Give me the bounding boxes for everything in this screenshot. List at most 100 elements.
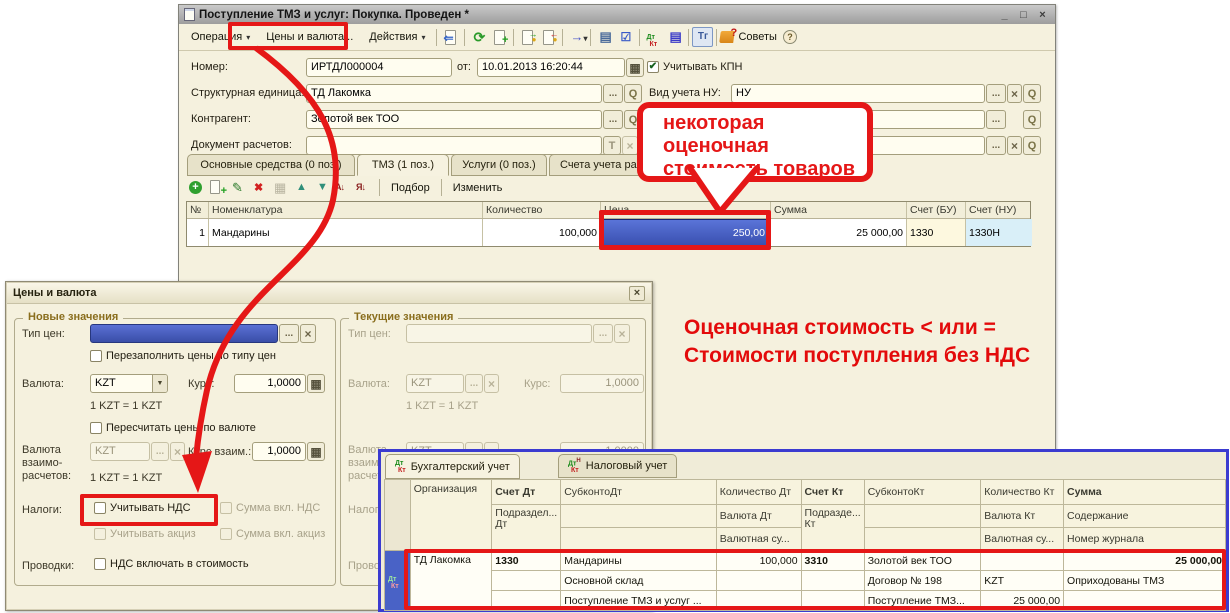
settlement-clear-button[interactable] xyxy=(622,136,638,155)
contractor-field[interactable]: Золотой век ТОО xyxy=(306,110,602,129)
cell-sum[interactable]: 25 000,00 xyxy=(1064,551,1226,571)
mutual-currency-clear-button[interactable] xyxy=(170,442,185,461)
unit-select-button[interactable] xyxy=(603,84,623,103)
cell-credit-subconto-1[interactable]: Золотой век ТОО xyxy=(864,551,981,571)
delete-row-icon[interactable] xyxy=(250,179,269,197)
mutual-rate-field[interactable]: 1,0000 xyxy=(252,442,306,461)
tab-tmz[interactable]: ТМЗ (1 поз.) xyxy=(357,154,449,176)
nu-select-button[interactable] xyxy=(986,84,1006,103)
close-button[interactable]: × xyxy=(1035,9,1050,21)
fill-out-icon[interactable] xyxy=(538,27,559,47)
add-copy-icon[interactable] xyxy=(208,179,227,197)
cell-empty[interactable] xyxy=(801,571,864,591)
fill-in-icon[interactable] xyxy=(517,27,538,47)
cell-credit-subconto-3[interactable]: Поступление ТМЗ... xyxy=(864,591,981,611)
price-type-select-button[interactable] xyxy=(279,324,299,343)
sort-desc-icon[interactable] xyxy=(355,179,374,197)
contractor-select-button[interactable] xyxy=(603,110,623,129)
tab-tax-accounting[interactable]: ДтНКт Налоговый учет xyxy=(558,454,677,478)
mutual-calculator-icon[interactable] xyxy=(307,442,325,461)
unit-field[interactable]: ТД Лакомка xyxy=(306,84,602,103)
price-type-clear-button[interactable] xyxy=(300,324,316,343)
cell-organization[interactable]: ТД Лакомка xyxy=(410,551,492,611)
cell-credit-currency-sum[interactable]: 25 000,00 xyxy=(981,591,1064,611)
cell-empty[interactable] xyxy=(492,571,561,591)
dropdown-arrow-icon[interactable] xyxy=(152,375,167,392)
cell-debit-subconto-3[interactable]: Поступление ТМЗ и услуг ... xyxy=(561,591,717,611)
vat-in-cost-checkbox[interactable]: НДС включать в стоимость xyxy=(94,558,249,570)
sum-incl-excise-checkbox[interactable]: Сумма вкл. акциз xyxy=(220,528,325,540)
vat-checkbox[interactable]: Учитывать НДС xyxy=(94,502,191,514)
excise-checkbox[interactable]: Учитывать акциз xyxy=(94,528,196,540)
refill-prices-checkbox[interactable]: Перезаполнить цены по типу цен xyxy=(90,350,276,362)
tab-fixed-assets[interactable]: Основные средства (0 поз.) xyxy=(187,154,355,176)
price-type-field[interactable] xyxy=(90,324,278,343)
cell-content[interactable]: Оприходованы ТМЗ xyxy=(1064,571,1226,591)
pick-button[interactable]: Подбор xyxy=(385,182,436,194)
cell-empty[interactable] xyxy=(981,551,1064,571)
cell-account-nu[interactable]: 1330Н xyxy=(966,219,1032,246)
right-search-icon-2[interactable] xyxy=(1023,136,1041,155)
text-button[interactable] xyxy=(603,136,621,155)
cell-empty[interactable] xyxy=(801,591,864,611)
cur-rate-field[interactable]: 1,0000 xyxy=(560,374,644,393)
calculator-icon[interactable] xyxy=(307,374,325,393)
post-document-icon[interactable] xyxy=(440,27,461,47)
advice-label[interactable]: Советы xyxy=(738,31,776,43)
cell-debit-account[interactable]: 1330 xyxy=(492,551,561,571)
operation-menu[interactable]: Операция xyxy=(183,27,258,48)
right-clear-button-2[interactable] xyxy=(1007,136,1022,155)
number-field[interactable]: ИРТДЛ000004 xyxy=(306,58,452,77)
dtkt-postings-icon[interactable]: ДтКт xyxy=(643,27,664,47)
move-down-icon[interactable] xyxy=(313,179,332,197)
go-to-icon[interactable] xyxy=(566,27,587,47)
cell-empty[interactable] xyxy=(1064,591,1226,611)
date-field[interactable]: 10.01.2013 16:20:44 xyxy=(477,58,625,77)
tab-accounting[interactable]: ДтКт Бухгалтерский учет xyxy=(385,454,520,479)
cur-price-type-clear-button[interactable] xyxy=(614,324,630,343)
right-select-button-2[interactable] xyxy=(986,136,1006,155)
cell-sum[interactable]: 25 000,00 xyxy=(771,219,907,246)
cell-price[interactable]: 250,00 xyxy=(601,219,771,246)
font-toggle-button[interactable]: Тг xyxy=(692,27,713,47)
rate-field[interactable]: 1,0000 xyxy=(234,374,306,393)
cell-quantity[interactable]: 100,000 xyxy=(483,219,601,246)
cell-empty[interactable] xyxy=(492,591,561,611)
sort-asc-icon[interactable] xyxy=(334,179,353,197)
cell-credit-account[interactable]: 3310 xyxy=(801,551,864,571)
prices-currency-button[interactable]: Цены и валюта... xyxy=(258,27,361,48)
list-settings-icon[interactable] xyxy=(594,27,615,47)
cell-debit-subconto-2[interactable]: Основной склад xyxy=(561,571,717,591)
tab-services[interactable]: Услуги (0 поз.) xyxy=(451,154,547,176)
unit-search-icon[interactable] xyxy=(624,84,642,103)
change-button[interactable]: Изменить xyxy=(447,182,509,194)
cur-price-type-select-button[interactable] xyxy=(593,324,613,343)
window-titlebar[interactable]: Поступление ТМЗ и услуг: Покупка. Провед… xyxy=(179,5,1055,24)
add-row-icon[interactable] xyxy=(187,179,206,197)
copy-icon[interactable] xyxy=(489,27,510,47)
cur-price-type-field[interactable] xyxy=(406,324,592,343)
currency-select[interactable]: KZT xyxy=(90,374,168,393)
right-select-button[interactable] xyxy=(986,110,1006,129)
cell-credit-currency[interactable]: KZT xyxy=(981,571,1064,591)
cell-debit-subconto-1[interactable]: Мандарины xyxy=(561,551,717,571)
maximize-button[interactable]: □ xyxy=(1016,9,1031,21)
cur-currency-field[interactable]: KZT xyxy=(406,374,464,393)
right-search-icon[interactable] xyxy=(1023,110,1041,129)
settlement-doc-field[interactable] xyxy=(306,136,602,155)
posting-selector-cell[interactable]: ДтКт xyxy=(385,551,411,611)
help-icon[interactable]: ? xyxy=(783,30,797,44)
dialog-close-button[interactable]: × xyxy=(629,286,645,301)
cell-credit-subconto-2[interactable]: Договор № 198 xyxy=(864,571,981,591)
edit-row-icon[interactable] xyxy=(229,179,248,197)
cell-account-bu[interactable]: 1330 xyxy=(907,219,966,246)
checkbox-list-icon[interactable] xyxy=(615,27,636,47)
actions-menu[interactable]: Действия xyxy=(361,27,433,48)
cur-currency-clear-button[interactable] xyxy=(484,374,499,393)
mutual-currency-select-button[interactable] xyxy=(151,442,169,461)
dialog-titlebar[interactable]: Цены и валюта × xyxy=(7,283,651,304)
advice-book-icon[interactable] xyxy=(720,31,736,43)
cell-num[interactable]: 1 xyxy=(187,219,209,246)
calendar-icon[interactable] xyxy=(626,58,644,77)
sum-incl-vat-checkbox[interactable]: Сумма вкл. НДС xyxy=(220,502,320,514)
